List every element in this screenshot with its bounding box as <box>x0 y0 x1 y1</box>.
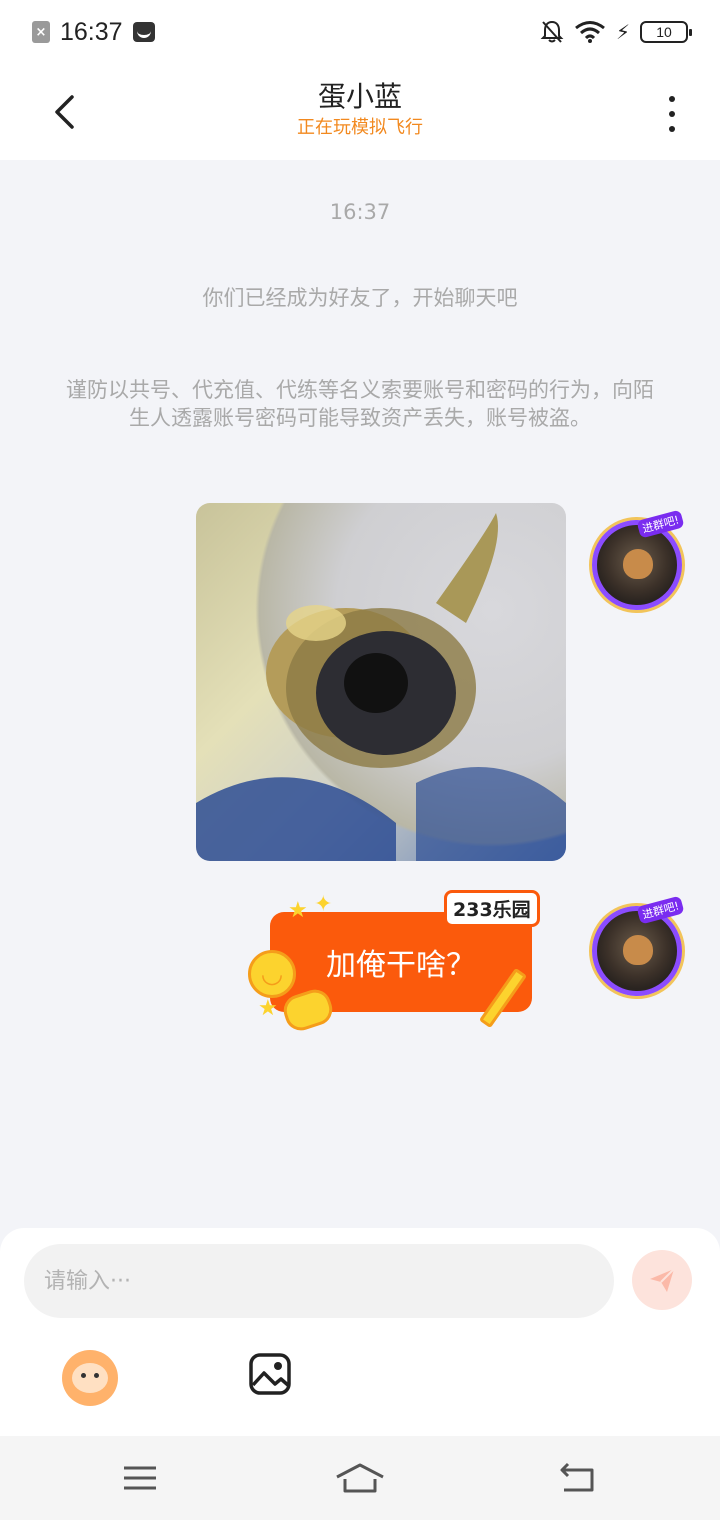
status-left: × 16:37 <box>32 18 155 47</box>
status-right: ⚡ 10 <box>540 19 692 45</box>
system-nav-bar <box>0 1436 720 1520</box>
star-icon: ✦ <box>314 892 333 917</box>
home-icon <box>336 1463 384 1493</box>
no-sim-icon: × <box>32 21 50 43</box>
battery-icon: 10 <box>640 21 692 43</box>
avatar-badge: 进群吧! <box>636 509 685 539</box>
chevron-left-icon <box>55 95 74 129</box>
chat-title: 蛋小蓝 <box>317 80 402 113</box>
more-dot <box>669 111 675 117</box>
message-input[interactable] <box>24 1244 614 1318</box>
more-vertical-icon <box>669 96 675 102</box>
system-message: 你们已经成为好友了，开始聊天吧 <box>202 286 518 310</box>
charging-icon: ⚡ <box>615 20 630 44</box>
nav-menu-button[interactable] <box>110 1454 170 1502</box>
star-icon: ★ <box>288 898 308 923</box>
emoji-button[interactable] <box>62 1350 118 1406</box>
battery-level: 10 <box>656 24 672 40</box>
security-warning-message: 谨防以共号、代充值、代练等名义索要账号和密码的行为，向陌生人透露账号密码可能导致… <box>66 378 654 430</box>
avatar-pet-face <box>623 935 653 965</box>
paper-plane-icon <box>650 1268 675 1292</box>
sticker-logo: 233乐园 <box>444 890 540 927</box>
sticker-text: 加俺干啥？ <box>326 948 476 983</box>
app-notification-icon <box>132 22 155 42</box>
nav-home-button[interactable] <box>330 1454 390 1502</box>
image-picker-button[interactable] <box>244 1348 296 1400</box>
avatar-pet-face <box>623 549 653 579</box>
back-button[interactable] <box>40 88 88 136</box>
photo-content <box>196 513 566 861</box>
image-message[interactable] <box>196 503 566 861</box>
status-bar: × 16:37 ⚡ 10 <box>0 0 720 64</box>
message-timestamp: 16:37 <box>329 200 391 224</box>
nav-back-button[interactable] <box>548 1454 608 1502</box>
more-options-button[interactable] <box>652 92 692 136</box>
chat-header: 蛋小蓝 正在玩模拟飞行 <box>0 64 720 160</box>
menu-icon <box>124 1466 156 1490</box>
back-icon <box>560 1462 594 1492</box>
wifi-icon <box>575 21 605 43</box>
chat-subtitle: 正在玩模拟飞行 <box>297 117 423 138</box>
more-dot <box>669 126 675 132</box>
star-icon: ★ <box>258 996 278 1021</box>
send-button[interactable] <box>632 1250 692 1310</box>
title-wrap: 蛋小蓝 正在玩模拟飞行 <box>160 78 560 140</box>
bell-off-icon <box>540 20 564 43</box>
input-panel <box>0 1228 720 1436</box>
user-avatar[interactable]: 进群吧! <box>592 895 685 996</box>
image-icon <box>249 1353 291 1395</box>
smiley-icon: ◡ <box>248 950 296 998</box>
user-avatar[interactable]: 进群吧! <box>592 509 685 610</box>
status-time: 16:37 <box>60 17 123 46</box>
avatar-badge: 进群吧! <box>636 895 685 925</box>
sticker-message[interactable]: 加俺干啥？ 233乐园 ◡ ★ ✦ ★ <box>244 888 544 1048</box>
emoji-icon <box>72 1363 108 1393</box>
